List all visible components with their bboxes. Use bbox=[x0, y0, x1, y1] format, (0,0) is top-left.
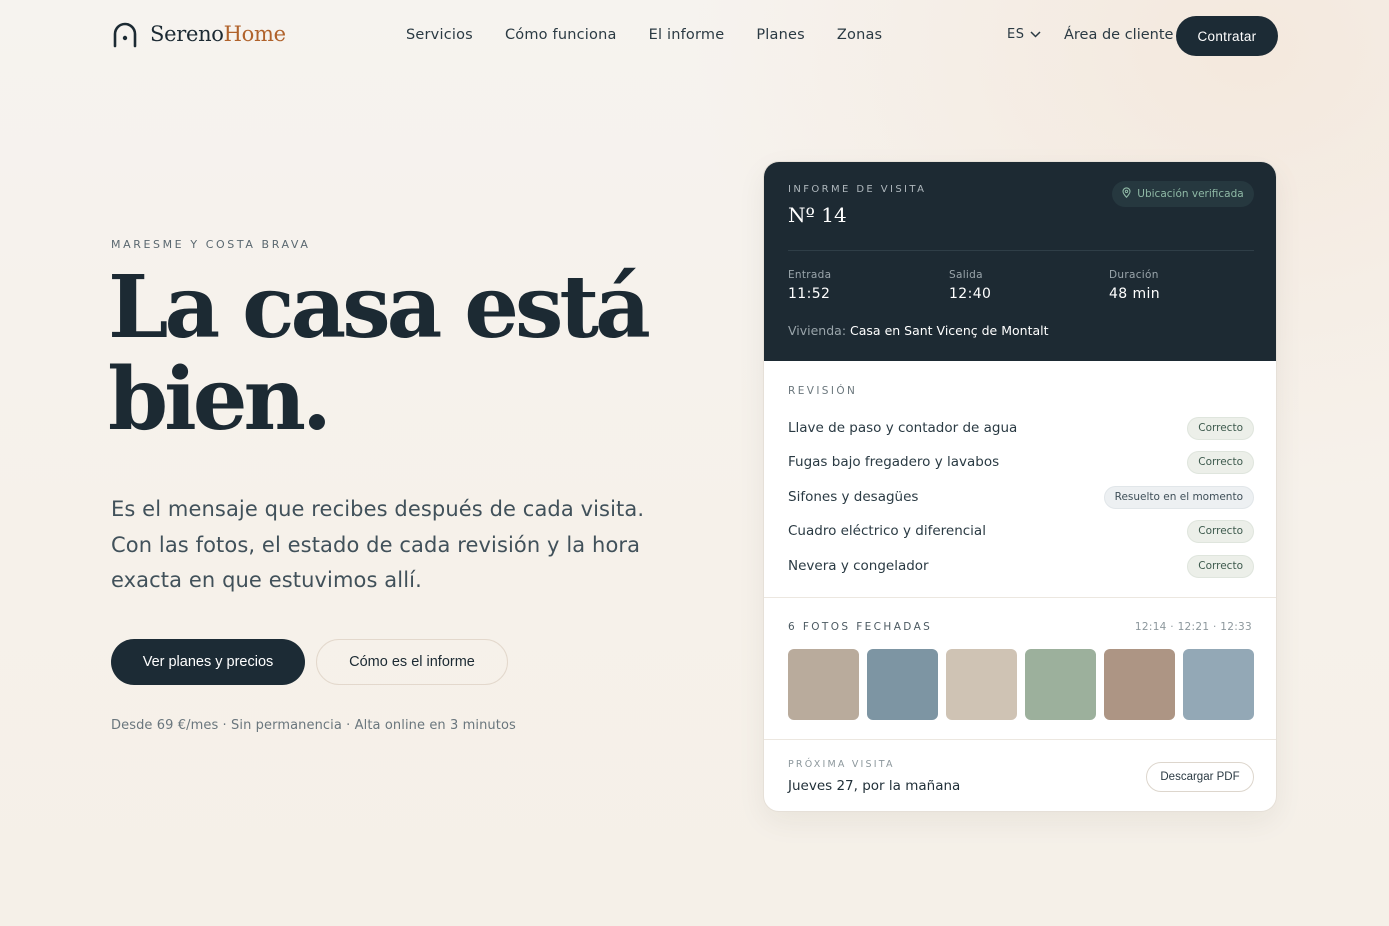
nav-link-el-informe[interactable]: El informe bbox=[649, 27, 725, 43]
photos-timestamps: 12:14 · 12:21 · 12:33 bbox=[1134, 621, 1252, 633]
photo-thumbnail[interactable] bbox=[946, 649, 1017, 720]
brand-name: SerenoHome bbox=[150, 22, 286, 46]
region-eyebrow: MARESME Y COSTA BRAVA bbox=[111, 238, 311, 251]
contract-button[interactable]: Contratar bbox=[1176, 16, 1278, 56]
stat-value: 12:40 bbox=[949, 286, 992, 302]
section-divider bbox=[764, 597, 1276, 598]
photo-thumbnail[interactable] bbox=[1104, 649, 1175, 720]
review-row: Sifones y desagües Resuelto en el moment… bbox=[788, 485, 1254, 509]
stat-duration: Duración 48 min bbox=[1109, 269, 1160, 302]
next-visit-value: Jueves 27, por la mañana bbox=[788, 778, 961, 794]
location-verified-badge: Ubicación verificada bbox=[1112, 181, 1254, 207]
report-number: Nº 14 bbox=[788, 203, 847, 227]
property-line: Vivienda: Casa en Sant Vicenç de Montalt bbox=[788, 323, 1049, 338]
brand-name-part2: Home bbox=[223, 22, 286, 46]
stat-value: 11:52 bbox=[788, 286, 831, 302]
review-item: Fugas bajo fregadero y lavabos bbox=[788, 454, 1000, 470]
report-header: INFORME DE VISITA Nº 14 Ubicación verifi… bbox=[764, 162, 1276, 361]
photo-thumbnail[interactable] bbox=[788, 649, 859, 720]
hero-headline: La casa está bien. bbox=[108, 262, 668, 446]
review-section-label: REVISIÓN bbox=[788, 385, 858, 397]
section-divider bbox=[764, 739, 1276, 740]
property-label: Vivienda: bbox=[788, 323, 847, 338]
photo-thumbnail[interactable] bbox=[867, 649, 938, 720]
chevron-down-icon bbox=[1030, 31, 1041, 38]
review-row: Fugas bajo fregadero y lavabos Correcto bbox=[788, 450, 1254, 474]
main-menu: Servicios Cómo funciona El informe Plane… bbox=[406, 27, 914, 43]
review-row: Llave de paso y contador de agua Correct… bbox=[788, 416, 1254, 440]
arch-logo-icon bbox=[112, 20, 138, 48]
stat-value: 48 min bbox=[1109, 286, 1161, 302]
nav-link-zonas[interactable]: Zonas bbox=[837, 27, 882, 43]
property-value: Casa en Sant Vicenç de Montalt bbox=[850, 323, 1049, 338]
next-visit-label: PRÓXIMA VISITA bbox=[788, 759, 895, 770]
location-pin-icon bbox=[1122, 187, 1131, 201]
header-divider bbox=[788, 250, 1254, 251]
nav-link-servicios[interactable]: Servicios bbox=[406, 27, 473, 43]
status-badge: Correcto bbox=[1187, 450, 1254, 474]
stat-exit: Salida 12:40 bbox=[949, 269, 991, 302]
view-plans-button[interactable]: Ver planes y precios bbox=[111, 639, 305, 685]
download-pdf-button[interactable]: Descargar PDF bbox=[1146, 762, 1254, 792]
stat-label: Entrada bbox=[788, 269, 832, 281]
language-code: ES bbox=[1007, 27, 1025, 42]
review-item: Llave de paso y contador de agua bbox=[788, 420, 1018, 436]
nav-link-como-funciona[interactable]: Cómo funciona bbox=[505, 27, 617, 43]
brand-logo[interactable]: SerenoHome bbox=[112, 20, 286, 48]
language-selector[interactable]: ES bbox=[1007, 27, 1041, 42]
report-label: INFORME DE VISITA bbox=[788, 184, 927, 195]
top-navigation: SerenoHome Servicios Cómo funciona El in… bbox=[0, 0, 1389, 72]
stat-entry: Entrada 11:52 bbox=[788, 269, 831, 302]
status-badge: Resuelto en el momento bbox=[1103, 485, 1254, 509]
report-preview-button[interactable]: Cómo es el informe bbox=[316, 639, 508, 685]
hero-subtitle: Es el mensaje que recibes después de cad… bbox=[111, 497, 645, 592]
brand-name-part1: Sereno bbox=[150, 22, 224, 46]
stat-label: Salida bbox=[949, 269, 983, 281]
status-badge: Correcto bbox=[1187, 416, 1254, 440]
stat-label: Duración bbox=[1109, 269, 1159, 281]
photo-thumbnail[interactable] bbox=[1183, 649, 1254, 720]
client-area-link[interactable]: Área de cliente bbox=[1064, 27, 1173, 43]
visit-report-card: INFORME DE VISITA Nº 14 Ubicación verifi… bbox=[763, 161, 1277, 812]
review-item: Nevera y congelador bbox=[788, 558, 929, 574]
review-item: Cuadro eléctrico y diferencial bbox=[788, 523, 986, 539]
review-row: Cuadro eléctrico y diferencial Correcto bbox=[788, 519, 1254, 543]
review-row: Nevera y congelador Correcto bbox=[788, 554, 1254, 578]
review-item: Sifones y desagües bbox=[788, 489, 919, 505]
headline-line-1: La casa está bbox=[108, 257, 651, 358]
photos-section-label: 6 FOTOS FECHADAS bbox=[788, 621, 933, 633]
pricing-fineprint: Desde 69 €/mes · Sin permanencia · Alta … bbox=[111, 718, 516, 733]
photo-thumbnail[interactable] bbox=[1025, 649, 1096, 720]
status-badge: Correcto bbox=[1187, 519, 1254, 543]
nav-link-planes[interactable]: Planes bbox=[756, 27, 805, 43]
location-verified-text: Ubicación verificada bbox=[1137, 188, 1244, 200]
status-badge: Correcto bbox=[1187, 554, 1254, 578]
headline-line-2: bien. bbox=[108, 349, 332, 450]
